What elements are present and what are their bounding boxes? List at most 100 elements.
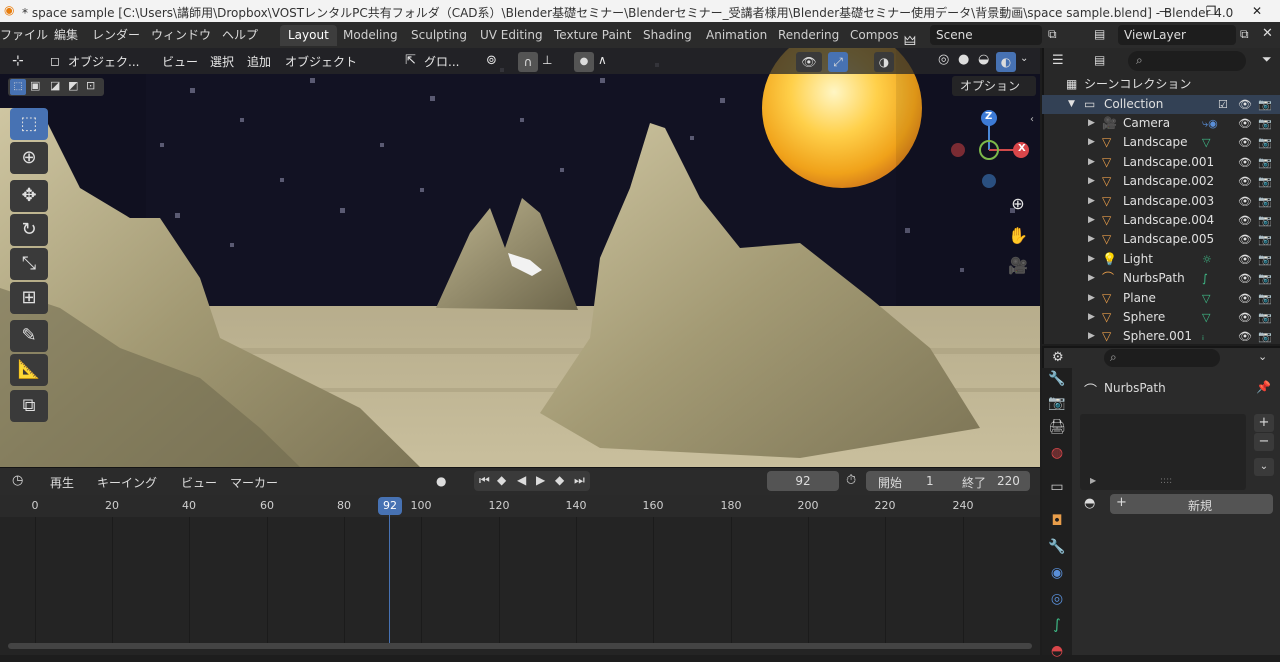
mode-selector[interactable]: オブジェク... <box>68 53 139 71</box>
menu-window[interactable]: ウィンドウ <box>151 26 211 44</box>
material-shading-icon[interactable]: ◒ <box>978 52 989 67</box>
timeline-menu-marker[interactable]: マーカー <box>230 474 278 492</box>
collection-tab-icon[interactable]: ▭ <box>1046 476 1068 498</box>
expand-arrow-icon[interactable]: ▶ <box>1088 308 1095 327</box>
sidebar-toggle-icon[interactable]: ‹ <box>1030 114 1034 125</box>
properties-editor-icon[interactable]: ⚙ <box>1052 350 1064 365</box>
new-material-button[interactable]: + 新規 <box>1110 494 1273 514</box>
pan-hand-icon[interactable]: ✋ <box>1006 224 1030 248</box>
outliner-row[interactable]: ▶ ▽ Landscape.003 👁 📷 <box>1042 192 1280 211</box>
outliner-row[interactable]: ▶ ▽ Landscape ▽ 👁 📷 <box>1042 133 1280 152</box>
rendered-shading-icon[interactable]: ◐ <box>996 52 1016 72</box>
render-tab-icon[interactable]: 📷 <box>1046 392 1068 414</box>
cursor-tool[interactable]: ⊕ <box>10 142 48 174</box>
properties-options-icon[interactable]: ⌄ <box>1258 350 1267 363</box>
copy-view-layer-icon[interactable]: ⧉ <box>1240 27 1249 42</box>
eye-icon[interactable]: 👁 <box>1238 269 1252 288</box>
timeline-ruler[interactable]: 0 20 40 60 80 100 120 140 160 180 200 22… <box>0 495 1040 517</box>
modifier-tab-icon[interactable]: 🔧 <box>1046 536 1068 558</box>
render-camera-icon[interactable]: 📷 <box>1258 153 1272 172</box>
outliner-row[interactable]: ▶ ▽ Landscape.005 👁 📷 <box>1042 230 1280 249</box>
gizmo-toggle-icon[interactable]: ⤢ <box>828 52 848 72</box>
eye-icon[interactable]: 👁 <box>1238 172 1252 191</box>
current-frame-field[interactable]: 92 <box>767 471 839 491</box>
view-layer-selector[interactable]: ViewLayer <box>1118 25 1236 45</box>
eye-icon[interactable]: 👁 <box>1238 133 1252 152</box>
preview-range-icon[interactable]: ⏱ <box>846 473 856 488</box>
expand-arrow-icon[interactable]: ▶ <box>1088 230 1095 249</box>
expand-arrow-icon[interactable]: ▶ <box>1088 269 1095 288</box>
render-camera-icon[interactable]: 📷 <box>1258 95 1272 114</box>
tool-tab-icon[interactable]: 🔧 <box>1046 368 1068 390</box>
viewport-menu-select[interactable]: 選択 <box>210 53 234 71</box>
expand-arrow-icon[interactable]: ▶ <box>1088 211 1095 230</box>
start-frame-field[interactable]: 1 <box>926 474 934 488</box>
outliner-row[interactable]: ▶ ▽ Landscape.004 👁 📷 <box>1042 211 1280 230</box>
select-intersect-icon[interactable]: ⊡ <box>86 79 95 92</box>
copy-scene-icon[interactable]: ⧉ <box>1048 27 1057 42</box>
render-camera-icon[interactable]: 📷 <box>1258 327 1272 346</box>
slot-specials-icon[interactable]: ⌄ <box>1254 458 1274 476</box>
eye-icon[interactable]: 👁 <box>1238 153 1252 172</box>
expand-arrow-icon[interactable]: ▶ <box>1088 289 1095 308</box>
pivot-point-icon[interactable]: ⊚ <box>486 53 497 68</box>
viewport-menu-view[interactable]: ビュー <box>162 53 198 71</box>
outliner-row[interactable]: ▶ ▽ Sphere ▽ 👁 📷 <box>1042 308 1280 327</box>
select-extend-icon[interactable]: ▣ <box>30 79 40 92</box>
render-camera-icon[interactable]: 📷 <box>1258 308 1272 327</box>
properties-search-input[interactable] <box>1104 349 1220 367</box>
play-icon[interactable]: ▶ <box>536 473 545 487</box>
tab-compositing[interactable]: Compos <box>842 25 907 46</box>
overlays-icon[interactable]: ◑ <box>874 52 894 72</box>
transform-tool[interactable]: ⊞ <box>10 282 48 314</box>
eye-icon[interactable]: 👁 <box>1238 308 1252 327</box>
outliner-search-input[interactable] <box>1128 51 1246 71</box>
expand-arrow-icon[interactable]: ▼ <box>1068 95 1075 114</box>
expand-arrow-icon[interactable]: ▶ <box>1088 133 1095 152</box>
options-dropdown[interactable]: オプション <box>952 76 1036 96</box>
menu-file[interactable]: ファイル <box>0 26 48 44</box>
object-tab-icon[interactable]: ◘ <box>1046 510 1068 532</box>
timeline-menu-playback[interactable]: 再生 <box>50 474 74 492</box>
transform-orientation-selector[interactable]: グロ... <box>424 53 459 71</box>
timeline-scrollbar[interactable] <box>8 643 1032 649</box>
timeline-body[interactable] <box>0 517 1040 655</box>
menu-render[interactable]: レンダー <box>92 26 140 44</box>
jump-start-icon[interactable]: ⏮ <box>479 473 490 488</box>
end-frame-field[interactable]: 220 <box>997 474 1020 488</box>
select-subtract-icon[interactable]: ◪ <box>50 79 60 92</box>
add-cube-tool[interactable]: ⧉ <box>10 390 48 422</box>
list-resize-handle[interactable]: :::: <box>1160 476 1172 486</box>
display-mode-icon[interactable]: ▤ <box>1094 53 1105 67</box>
solid-shading-icon[interactable]: ● <box>958 52 969 67</box>
expand-list-icon[interactable]: ▶ <box>1090 476 1096 485</box>
expand-arrow-icon[interactable]: ▶ <box>1088 327 1095 346</box>
select-new-icon[interactable]: ⬚ <box>10 79 26 95</box>
eye-icon[interactable]: 👁 <box>1238 250 1252 269</box>
render-camera-icon[interactable]: 📷 <box>1258 269 1272 288</box>
editor-type-icon[interactable]: ⊹ <box>12 53 24 69</box>
filter-icon[interactable]: ⏷ <box>1262 52 1272 67</box>
render-camera-icon[interactable]: 📷 <box>1258 211 1272 230</box>
remove-view-layer-icon[interactable]: ✕ <box>1262 26 1273 41</box>
playhead[interactable]: 92 <box>378 497 402 515</box>
scale-tool[interactable]: ⤡ <box>10 248 48 280</box>
outliner-row[interactable]: ▶ ▽ Sphere.001 ᵢ 👁 📷 <box>1042 327 1280 346</box>
render-camera-icon[interactable]: 📷 <box>1258 230 1272 249</box>
select-box-tool[interactable]: ⬚ <box>10 108 48 140</box>
camera-view-icon[interactable]: 🎥 <box>1006 254 1030 278</box>
render-camera-icon[interactable]: 📷 <box>1258 289 1272 308</box>
timeline-menu-keying[interactable]: キーイング <box>97 474 157 492</box>
viewport-menu-add[interactable]: 追加 <box>247 53 271 71</box>
eye-icon[interactable]: 👁 <box>1238 114 1252 133</box>
outliner-row[interactable]: ▶ 💡 Light ☼ 👁 📷 <box>1042 250 1280 269</box>
curve-data-tab-icon[interactable]: ∫ <box>1046 614 1068 636</box>
measure-tool[interactable]: 📐 <box>10 354 48 386</box>
eye-icon[interactable]: 👁 <box>1238 289 1252 308</box>
output-tab-icon[interactable]: 🖨 <box>1046 416 1068 438</box>
world-tab-icon[interactable]: ◍ <box>1046 442 1068 464</box>
pin-icon[interactable]: 📌 <box>1256 380 1271 394</box>
tab-sculpting[interactable]: Sculpting <box>403 25 475 46</box>
record-icon[interactable]: ● <box>436 474 446 488</box>
expand-arrow-icon[interactable]: ▶ <box>1088 172 1095 191</box>
